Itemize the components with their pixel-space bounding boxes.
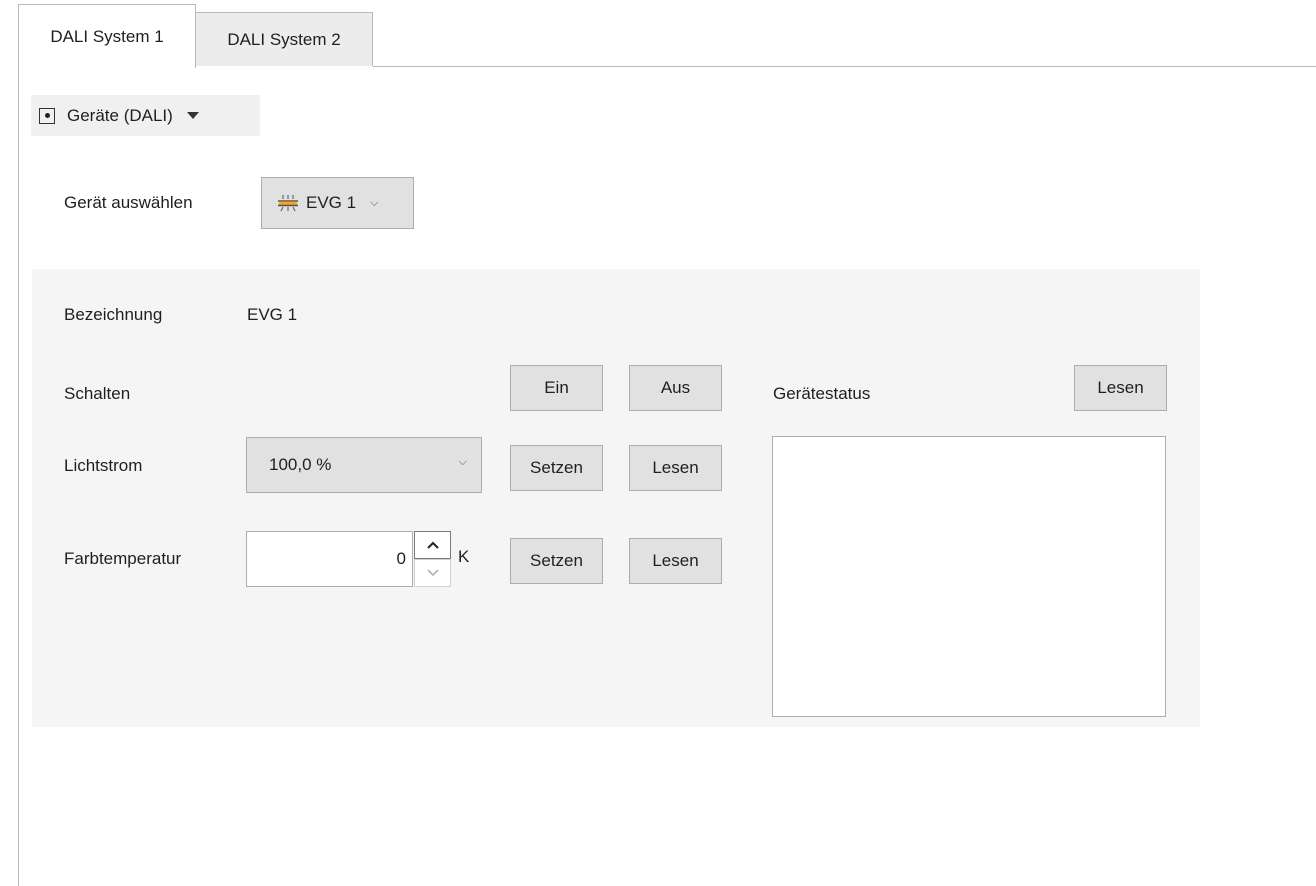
switch-label: Schalten [64,384,131,403]
chevron-down-icon [426,569,439,577]
ballast-icon [276,194,300,212]
luminous-flux-label: Lichtstrom [64,456,143,475]
tab-dali-system-2[interactable]: DALI System 2 [195,12,373,66]
color-temp-read-button[interactable]: Lesen [629,538,722,584]
color-temp-input[interactable]: 0 [246,531,413,587]
dropdown-triangle-icon [186,112,199,119]
luminous-flux-combobox[interactable]: 100,0 % ⌵ [246,437,482,493]
designation-value: EVG 1 [247,305,298,324]
chevron-down-icon: ⌵ [458,456,467,468]
spin-up-button[interactable] [414,531,451,559]
color-temp-label: Farbtemperatur [64,549,182,568]
spin-down-button[interactable] [414,559,451,587]
switch-on-button[interactable]: Ein [510,365,603,411]
color-temp-set-button[interactable]: Setzen [510,538,603,584]
view-selector-dropdown[interactable]: Geräte (DALI) [31,95,260,136]
luminous-flux-set-button[interactable]: Setzen [510,445,603,491]
tab-content-border [18,67,19,886]
device-status-read-button[interactable]: Lesen [1074,365,1167,411]
color-temp-spinner [414,531,451,587]
device-select-value: EVG 1 [306,193,357,212]
color-temp-unit: K [458,547,470,566]
device-status-label: Gerätestatus [773,384,871,403]
designation-label: Bezeichnung [64,305,163,324]
view-selector-label: Geräte (DALI) [67,105,173,125]
luminous-flux-value: 100,0 % [269,455,332,474]
tab-bar: DALI System 1 DALI System 2 [0,0,1316,68]
luminous-flux-read-button[interactable]: Lesen [629,445,722,491]
chevron-down-icon: ⌵ [370,196,379,209]
tab-divider [373,66,1316,67]
device-select-label: Gerät auswählen [64,193,193,212]
switch-off-button[interactable]: Aus [629,365,722,411]
device-select-combobox[interactable]: EVG 1 ⌵ [261,177,414,229]
view-mode-icon [39,107,55,124]
tab-dali-system-1[interactable]: DALI System 1 [18,4,196,68]
chevron-up-icon [426,541,439,549]
device-status-textbox[interactable] [772,436,1166,717]
